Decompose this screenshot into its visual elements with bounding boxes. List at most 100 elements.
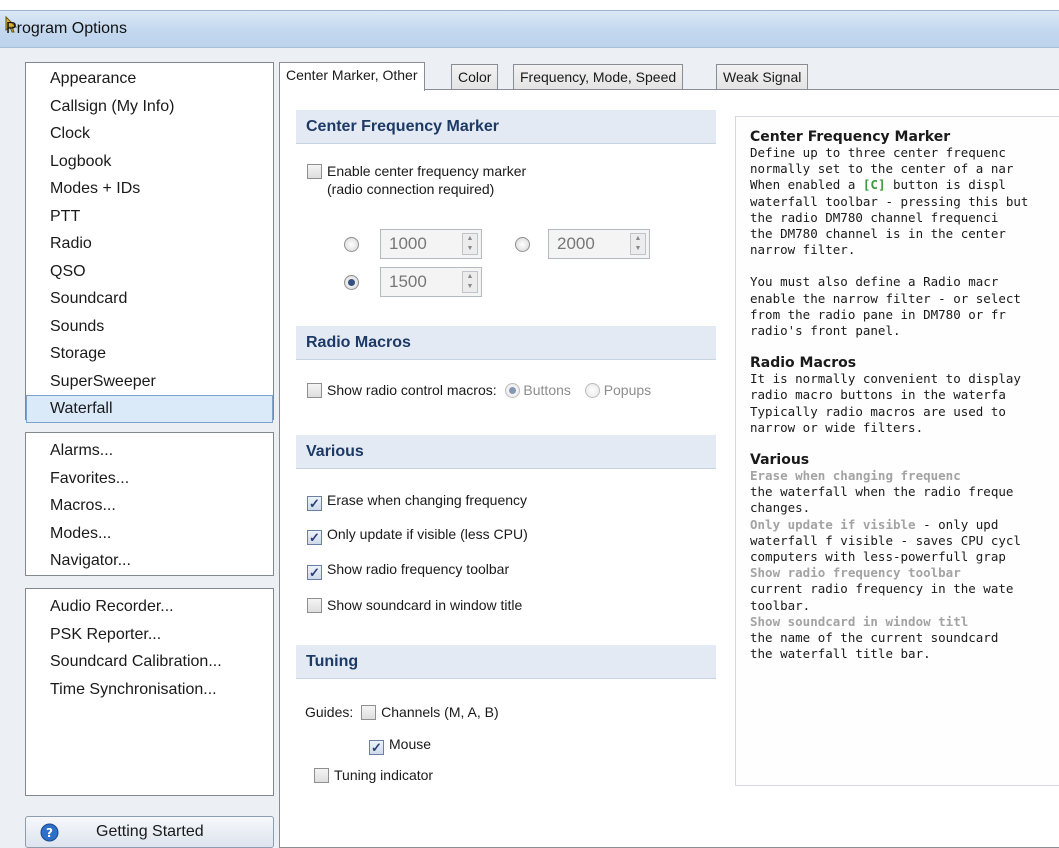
erase-label: Erase when changing frequency — [327, 492, 528, 508]
section-radio-macros: Radio Macros — [296, 326, 716, 360]
help-icon: ? — [40, 823, 59, 842]
nav-item-supersweeper[interactable]: SuperSweeper — [26, 368, 273, 396]
help-line: Typically radio macros are used to — [750, 403, 1006, 419]
help-line: Define up to three center frequenc — [750, 145, 1006, 160]
nav-item-macros[interactable]: Macros... — [26, 492, 273, 520]
nav-item-qso[interactable]: QSO — [26, 258, 273, 286]
nav-categories: Appearance Callsign (My Info) Clock Logbook… — [25, 62, 274, 423]
only-update-checkbox[interactable]: ✓ — [307, 530, 322, 545]
tuning-indicator-checkbox[interactable] — [314, 768, 329, 783]
nav-item-clock[interactable]: Clock — [26, 120, 273, 148]
nav-item-modes[interactable]: Modes... — [26, 520, 273, 548]
channels-checkbox[interactable] — [361, 705, 377, 720]
nav-item-favorites[interactable]: Favorites... — [26, 465, 273, 493]
show-toolbar-label: Show radio frequency toolbar — [327, 561, 510, 577]
freq-c-spin-buttons[interactable]: ▲ ▼ — [462, 271, 478, 293]
freq-a-radio[interactable] — [344, 237, 359, 252]
help-line: waterfall toolbar - pressing this but — [750, 193, 1029, 209]
getting-started-button[interactable]: ? Getting Started — [25, 816, 274, 848]
show-radio-macros-row[interactable]: Show radio control macros: Buttons Popup… — [307, 382, 651, 398]
freq-a-value: 1000 — [389, 234, 427, 253]
nav-item-alarms[interactable]: Alarms... — [26, 437, 273, 465]
nav-utilities: Audio Recorder... PSK Reporter... Soundcar… — [25, 588, 274, 796]
tab-frequency-mode-speed[interactable]: Frequency, Mode, Speed — [513, 64, 684, 90]
nav-item-storage[interactable]: Storage — [26, 340, 273, 368]
nav-item-waterfall[interactable]: Waterfall — [26, 395, 273, 423]
tab-weak-signal[interactable]: Weak Signal — [716, 64, 809, 90]
help-line: radio's front panel. — [750, 323, 901, 339]
getting-started-label: Getting Started — [96, 823, 204, 840]
show-toolbar-row[interactable]: ✓ Show radio frequency toolbar — [307, 561, 509, 580]
section-tuning: Tuning — [296, 645, 716, 679]
buttons-radio[interactable] — [504, 383, 520, 398]
help-code-c: [C] — [862, 177, 886, 193]
nav-item-time-synchronisation[interactable]: Time Synchronisation... — [26, 676, 273, 704]
tab-center-marker[interactable]: Center Marker, Other — [279, 62, 425, 91]
buttons-radio-label: Buttons — [523, 382, 571, 398]
help-line: narrow or wide filters. — [750, 419, 924, 435]
freq-c-radio[interactable] — [344, 275, 359, 290]
help-subtitle: Show soundcard in window titl — [750, 613, 969, 629]
nav-item-audio-recorder[interactable]: Audio Recorder... — [26, 593, 273, 621]
help-text: When enabled a — [750, 177, 863, 193]
nav-item-callsign-my-info[interactable]: Callsign (My Info) — [26, 93, 273, 121]
help-line: the waterfall when the radio freque — [750, 484, 1014, 500]
guides-row: Guides: Channels (M, A, B) — [305, 704, 499, 720]
enable-center-marker-note: (radio connection required) — [327, 181, 495, 197]
nav-item-navigator[interactable]: Navigator... — [26, 547, 273, 575]
nav-item-modes-ids[interactable]: Modes + IDs — [26, 175, 273, 203]
mouse-checkbox[interactable]: ✓ — [369, 740, 384, 755]
nav-item-radio[interactable]: Radio — [26, 230, 273, 258]
help-line: enable the narrow filter - or select — [750, 290, 1021, 306]
tab-panel: Center Frequency Marker Enable center fr… — [279, 89, 1059, 848]
only-update-row[interactable]: ✓ Only update if visible (less CPU) — [307, 526, 528, 545]
help-heading-center-marker: Center Frequency Marker — [750, 129, 951, 145]
erase-checkbox[interactable]: ✓ — [307, 496, 322, 511]
show-radio-macros-label: Show radio control macros: — [327, 382, 497, 398]
nav-item-ptt[interactable]: PTT — [26, 203, 273, 231]
freq-b-radio[interactable] — [515, 237, 530, 252]
nav-item-soundcard[interactable]: Soundcard — [26, 285, 273, 313]
nav-item-logbook[interactable]: Logbook — [26, 148, 273, 176]
window-titlebar[interactable]: Program Options — [0, 10, 1059, 48]
help-line: the waterfall title bar. — [750, 646, 931, 662]
enable-center-marker-checkbox[interactable] — [307, 164, 322, 179]
freq-b-spinner[interactable]: 2000 ▲ ▼ — [548, 229, 650, 259]
popups-radio[interactable] — [584, 383, 600, 398]
mouse-label: Mouse — [389, 736, 432, 752]
tuning-indicator-row[interactable]: Tuning indicator — [314, 767, 433, 783]
show-soundcard-checkbox[interactable] — [307, 598, 322, 613]
help-line: radio macro buttons in the waterfa — [750, 387, 1006, 403]
freq-c-value: 1500 — [389, 272, 427, 291]
section-various: Various — [296, 435, 716, 469]
help-line: It is normally convenient to display — [750, 371, 1021, 387]
nav-item-appearance[interactable]: Appearance — [26, 65, 273, 93]
nav-item-sounds[interactable]: Sounds — [26, 313, 273, 341]
tab-color[interactable]: Color — [451, 64, 499, 90]
mouse-row[interactable]: ✓ Mouse — [369, 736, 431, 755]
freq-b-spin-buttons[interactable]: ▲ ▼ — [630, 233, 646, 255]
nav-tools: Alarms... Favorites... Macros... Modes... Na… — [25, 432, 274, 576]
show-radio-macros-checkbox[interactable] — [307, 383, 322, 398]
show-soundcard-row[interactable]: Show soundcard in window title — [307, 597, 522, 613]
enable-center-marker-row[interactable]: Enable center frequency marker — [307, 163, 526, 179]
help-line: the name of the current soundcard — [750, 630, 999, 646]
freq-a-spin-buttons[interactable]: ▲ ▼ — [462, 233, 478, 255]
erase-row[interactable]: ✓ Erase when changing frequency — [307, 492, 527, 511]
freq-a-spinner[interactable]: 1000 ▲ ▼ — [380, 229, 482, 259]
help-subtitle: Erase when changing frequenc — [750, 468, 961, 484]
freq-c-spinner[interactable]: 1500 ▲ ▼ — [380, 267, 482, 297]
help-line: from the radio pane in DM780 or fr — [750, 306, 1006, 322]
nav-item-soundcard-calibration[interactable]: Soundcard Calibration... — [26, 648, 273, 676]
help-line: the DM780 channel is in the center — [750, 226, 1006, 242]
show-toolbar-checkbox[interactable]: ✓ — [307, 565, 322, 580]
only-update-label: Only update if visible (less CPU) — [327, 526, 528, 542]
help-line: changes. — [750, 500, 811, 516]
help-line: Only update if visible - only upd — [750, 517, 1059, 533]
help-text: - only upd — [915, 516, 999, 532]
help-subtitle: Only update if visible — [750, 516, 916, 532]
help-heading-various: Various — [750, 452, 810, 469]
nav-item-psk-reporter[interactable]: PSK Reporter... — [26, 621, 273, 649]
help-line: current radio frequency in the wate — [750, 581, 1014, 597]
help-line: the radio DM780 channel frequenci — [750, 209, 999, 225]
